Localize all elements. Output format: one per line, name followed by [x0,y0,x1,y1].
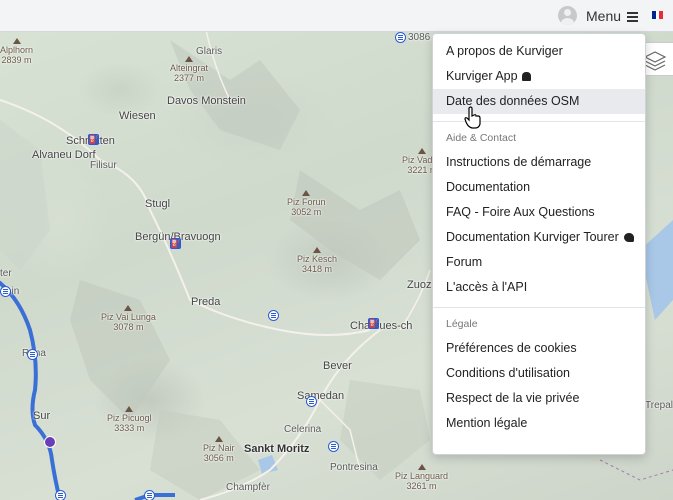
peak-marker: Piz Vai Lunga 3078 m [101,305,156,333]
helmet-icon [623,233,634,242]
peak-marker: Alplhorn 2839 m [0,38,33,66]
fuel-icon[interactable]: ⛽ [88,134,99,145]
hamburger-icon [627,11,639,22]
train-station-icon[interactable] [328,441,339,452]
place-label: Trepalle [645,400,673,411]
menu-item-getting-started[interactable]: Instructions de démarrage [433,150,645,175]
menu-item-privacy[interactable]: Respect de la vie privée [433,386,645,411]
menu-item-terms[interactable]: Conditions d'utilisation [433,361,645,386]
train-station-icon[interactable] [395,32,406,43]
main-menu-dropdown: A propos de Kurviger Kurviger App Date d… [432,33,646,455]
menu-item-about[interactable]: A propos de Kurviger [433,39,645,64]
menu-label: Menu [586,8,622,24]
android-icon [521,72,531,81]
train-station-icon[interactable] [268,310,279,321]
menu-item-legal-notice[interactable]: Mention légale [433,411,645,436]
menu-item-tourer-docs[interactable]: Documentation Kurviger Tourer [433,225,645,250]
place-label: Sur [33,410,51,422]
peak-marker: Piz Picuogl 3333 m [107,406,152,434]
place-label: Zuoz [407,279,432,291]
menu-item-app[interactable]: Kurviger App [433,64,645,89]
place-label: Champfèr [226,482,270,493]
peak-marker: Piz Forun 3052 m [287,190,326,218]
place-label: Preda [191,296,221,308]
place-label: Wiesen [119,110,156,122]
place-label: Samedan [297,390,345,402]
train-station-icon[interactable] [27,349,38,360]
place-label: Chamues-ch [350,320,413,332]
train-station-icon[interactable] [0,286,11,297]
waypoint-icon[interactable] [44,436,56,448]
menu-item-forum[interactable]: Forum [433,250,645,275]
peak-marker: Piz Kesch 3418 m [297,247,337,275]
menu-item-api[interactable]: L'accès à l'API [433,275,645,300]
train-station-icon[interactable] [306,396,317,407]
place-label: Filisur [90,160,117,171]
top-bar: Menu [0,0,673,32]
train-station-icon[interactable] [144,490,155,500]
menu-item-cookies[interactable]: Préférences de cookies [433,336,645,361]
peak-marker: Piz Languard 3261 m [395,464,448,492]
place-label: Celerina [284,424,322,435]
menu-item-faq[interactable]: FAQ - Foire Aux Questions [433,200,645,225]
menu-divider [433,307,645,308]
place-label: Stugl [145,198,171,210]
place-label: ter [0,268,12,279]
menu-item-documentation[interactable]: Documentation [433,175,645,200]
place-label: Pontresina [330,462,378,473]
peak-marker: Piz Nair 3056 m [203,436,235,464]
menu-section-legal: Légale [446,318,478,330]
place-label: Alvaneu Dorf [32,149,96,161]
place-label: Davos Monstein [167,95,246,107]
place-label: Bever [323,360,352,372]
place-label: Sankt Moritz [244,443,310,455]
menu-button[interactable]: Menu [586,6,639,26]
hand-cursor-icon [464,106,481,129]
user-avatar-icon[interactable] [558,6,577,25]
peak-marker: Alteingrat 2377 m [170,56,208,84]
fuel-icon[interactable]: ⛽ [170,238,181,249]
fuel-icon[interactable]: ⛽ [368,318,379,329]
train-station-icon[interactable] [55,490,66,500]
french-flag-icon[interactable] [652,11,664,19]
